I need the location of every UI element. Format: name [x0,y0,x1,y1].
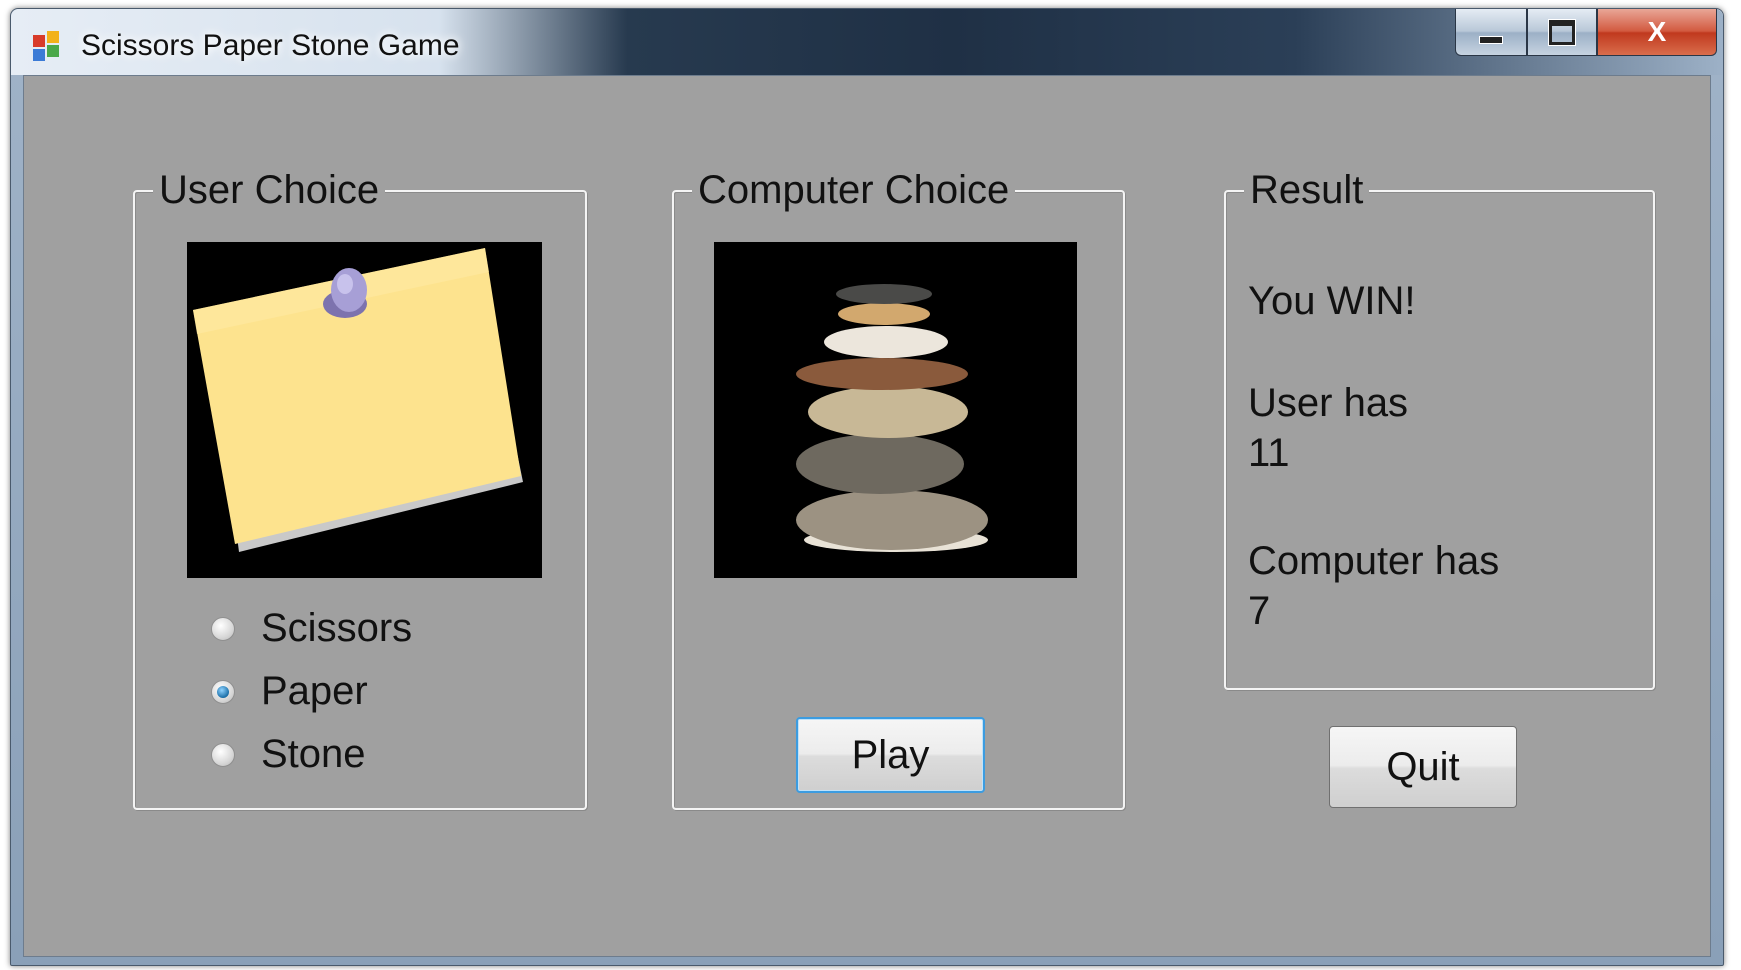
scissors-radio-button[interactable] [211,616,235,641]
scissors-radio-label: Scissors [261,606,413,650]
app-window: Scissors Paper Stone Game X User Choice [10,8,1724,966]
user-choice-picture [187,242,542,578]
paper-radio-button[interactable] [211,679,235,704]
close-icon: X [1647,16,1667,47]
close-button[interactable]: X [1597,9,1717,56]
caption-buttons: X [1455,9,1717,57]
result-group: Result You WIN! User has 11 Computer has… [1224,166,1655,690]
form-client-area: User Choice Scissors Paper Stone Compute… [23,75,1711,957]
computer-choice-picture [714,242,1077,578]
play-button[interactable]: Play [796,717,985,793]
scissors-radio[interactable]: Scissors [211,606,412,651]
paper-radio-label: Paper [261,669,368,713]
quit-button[interactable]: Quit [1329,726,1517,808]
paper-note-image [187,242,542,578]
app-icon[interactable] [33,31,63,61]
user-score-value: 11 [1248,431,1290,475]
minimize-icon [1479,36,1503,44]
computer-choice-title: Computer Choice [692,166,1016,214]
stone-radio-button[interactable] [211,742,235,767]
user-score-label: User has [1248,381,1409,425]
maximize-button[interactable] [1527,9,1597,56]
window-title: Scissors Paper Stone Game [81,29,460,62]
result-title: Result [1244,166,1370,214]
stone-radio-label: Stone [261,732,366,776]
result-message: You WIN! [1248,279,1416,323]
user-choice-title: User Choice [153,166,386,214]
stone-stack-image [714,242,1077,578]
computer-score-label: Computer has [1248,539,1500,583]
computer-score-value: 7 [1248,589,1271,633]
stone-radio[interactable]: Stone [211,732,366,777]
title-bar[interactable]: Scissors Paper Stone Game X [11,9,1723,75]
computer-choice-group: Computer Choice Play [672,166,1125,810]
minimize-button[interactable] [1455,9,1527,56]
paper-radio[interactable]: Paper [211,669,368,714]
user-choice-group: User Choice Scissors Paper Stone [133,166,587,810]
maximize-icon [1549,19,1575,45]
